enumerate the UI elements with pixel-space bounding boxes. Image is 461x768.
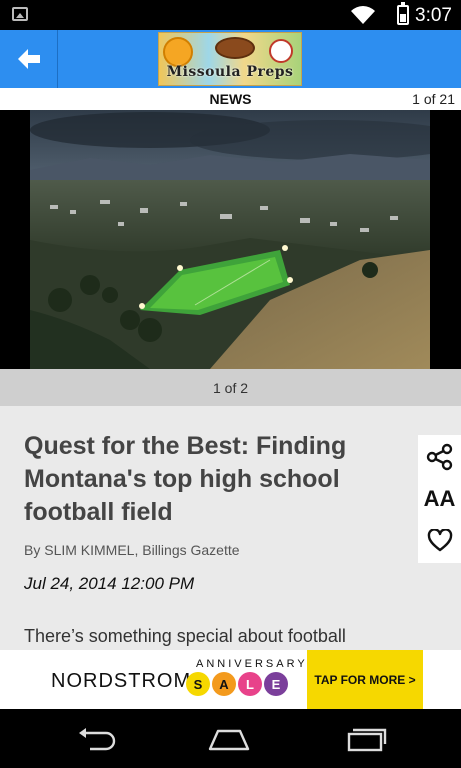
stadium-photo[interactable] bbox=[30, 110, 430, 369]
home-nav-button[interactable] bbox=[206, 723, 252, 755]
article-date: Jul 24, 2014 12:00 PM bbox=[24, 574, 195, 593]
article-body: There’s something special about football bbox=[24, 626, 346, 646]
article-tools: AA bbox=[418, 435, 461, 563]
ad-anniversary: ANNIVERSARY bbox=[196, 658, 308, 670]
basketball-graphic bbox=[163, 37, 193, 67]
app-bar: Missoula Preps bbox=[0, 30, 461, 88]
sale-letter: E bbox=[264, 672, 288, 696]
section-header: NEWS 1 of 21 bbox=[0, 88, 461, 110]
back-arrow-icon bbox=[17, 49, 40, 69]
favorite-button[interactable] bbox=[418, 521, 461, 561]
share-icon bbox=[426, 443, 452, 471]
heart-icon bbox=[427, 529, 452, 552]
text-size-button[interactable]: AA bbox=[418, 479, 461, 519]
sale-letter: S bbox=[186, 672, 210, 696]
ad-banner[interactable]: NORDSTROM ANNIVERSARY S A L E TAP FOR MO… bbox=[0, 650, 461, 709]
text-size-label: AA bbox=[423, 486, 456, 511]
ad-brand: NORDSTROM bbox=[51, 670, 192, 692]
back-button[interactable] bbox=[0, 30, 58, 88]
photo-viewer[interactable] bbox=[0, 110, 461, 369]
article-byline: By SLIM KIMMEL, Billings Gazette bbox=[24, 542, 240, 558]
photo-counter: 1 of 2 bbox=[0, 369, 461, 406]
wifi-icon bbox=[351, 6, 375, 24]
app-logo: Missoula Preps bbox=[158, 32, 302, 86]
sale-letter: A bbox=[212, 672, 236, 696]
system-nav-bar bbox=[0, 709, 461, 768]
article-counter: 1 of 21 bbox=[412, 91, 455, 107]
home-nav-icon bbox=[208, 729, 250, 751]
share-button[interactable] bbox=[418, 437, 461, 477]
back-nav-icon bbox=[79, 728, 116, 751]
baseball-graphic bbox=[269, 39, 293, 63]
article-headline: Quest for the Best: Finding Montana's to… bbox=[24, 432, 347, 526]
image-notification-icon bbox=[12, 7, 28, 21]
back-nav-button[interactable] bbox=[74, 723, 120, 755]
article: Quest for the Best: Finding Montana's to… bbox=[0, 406, 461, 650]
sale-letter: L bbox=[238, 672, 262, 696]
football-graphic bbox=[215, 37, 255, 59]
recents-nav-icon bbox=[347, 728, 387, 752]
clock: 3:07 bbox=[415, 5, 452, 26]
ad-cta-button[interactable]: TAP FOR MORE > bbox=[307, 650, 423, 709]
recents-nav-button[interactable] bbox=[343, 723, 389, 755]
status-bar: 3:07 bbox=[0, 0, 461, 30]
logo-text: Missoula Preps bbox=[166, 64, 294, 80]
sale-letters: S A L E bbox=[186, 672, 288, 696]
section-title: NEWS bbox=[209, 91, 252, 107]
battery-icon bbox=[397, 2, 409, 25]
